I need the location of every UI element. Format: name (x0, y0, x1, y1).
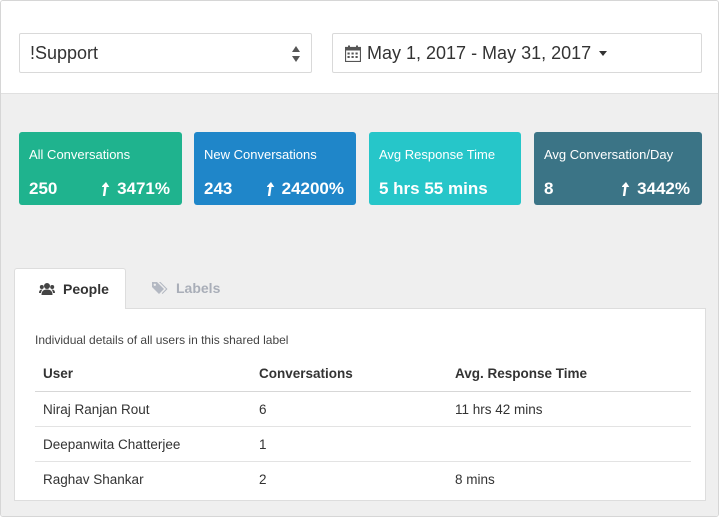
calendar-icon (345, 45, 361, 62)
date-range-picker[interactable]: May 1, 2017 - May 31, 2017 (332, 33, 702, 73)
stat-label: Avg Response Time (379, 147, 496, 162)
conversation-count: 2 (259, 472, 267, 487)
stat-label: New Conversations (204, 147, 317, 162)
users-icon (39, 283, 55, 295)
user-name: Niraj Ranjan Rout (43, 402, 150, 417)
conversation-count: 6 (259, 402, 267, 417)
table-header-row: User Conversations Avg. Response Time (35, 356, 691, 392)
column-header-avg-response-time[interactable]: Avg. Response Time (455, 366, 587, 381)
stat-label: Avg Conversation/Day (544, 147, 674, 162)
people-table: User Conversations Avg. Response Time Ni… (35, 356, 691, 497)
stat-delta: 3471% (102, 179, 170, 199)
stat-value: 243 (204, 179, 233, 198)
sort-arrows-icon (292, 46, 300, 62)
avg-response-time: 8 mins (455, 472, 495, 487)
stat-delta-value: 3442% (637, 179, 690, 198)
arrow-up-icon (622, 182, 630, 196)
stat-delta-value: 24200% (281, 179, 344, 198)
tags-icon (152, 282, 168, 294)
table-row: Niraj Ranjan Rout 6 11 hrs 42 mins (35, 392, 691, 427)
tab-labels-label: Labels (176, 280, 221, 296)
date-range-value: May 1, 2017 - May 31, 2017 (367, 42, 592, 63)
stat-card-avg-response-time: Avg Response Time 5 hrs 55 mins (369, 132, 521, 205)
arrow-up-icon (102, 182, 110, 196)
arrow-up-icon (266, 182, 274, 196)
user-name: Raghav Shankar (43, 472, 144, 487)
user-name: Deepanwita Chatterjee (43, 437, 181, 452)
stat-delta: 24200% (266, 179, 344, 199)
avg-response-time: 11 hrs 42 mins (455, 402, 543, 417)
table-row: Raghav Shankar 2 8 mins (35, 462, 691, 497)
table-row: Deepanwita Chatterjee 1 (35, 427, 691, 462)
tab-people[interactable]: People (14, 268, 126, 309)
details-section: People Labels Individual details of all … (1, 255, 718, 516)
panel-description: Individual details of all users in this … (35, 333, 289, 347)
stat-card-all-conversations: All Conversations 250 3471% (19, 132, 182, 205)
conversation-count: 1 (259, 437, 267, 452)
tab-labels[interactable]: Labels (128, 268, 238, 308)
stat-value: 8 (544, 179, 554, 198)
label-select-value: !Support (30, 43, 99, 63)
stats-band: All Conversations 250 3471% New Conversa… (1, 93, 718, 255)
column-header-user[interactable]: User (43, 366, 73, 381)
stat-label: All Conversations (29, 147, 131, 162)
stat-delta: 3442% (622, 179, 690, 199)
report-frame: !Support May 1, 2017 - May 31, 2017 All … (0, 0, 719, 517)
people-panel: Individual details of all users in this … (14, 308, 706, 501)
stat-delta-value: 3471% (117, 179, 170, 198)
label-select[interactable]: !Support (19, 33, 312, 73)
stat-card-avg-conversation-day: Avg Conversation/Day 8 3442% (534, 132, 702, 205)
filter-bar: !Support May 1, 2017 - May 31, 2017 (1, 1, 718, 93)
stat-card-new-conversations: New Conversations 243 24200% (194, 132, 356, 205)
stat-value: 250 (29, 179, 58, 198)
tab-people-label: People (63, 281, 109, 297)
stat-value: 5 hrs 55 mins (379, 179, 488, 198)
column-header-conversations[interactable]: Conversations (259, 366, 353, 381)
caret-down-icon (599, 50, 608, 56)
